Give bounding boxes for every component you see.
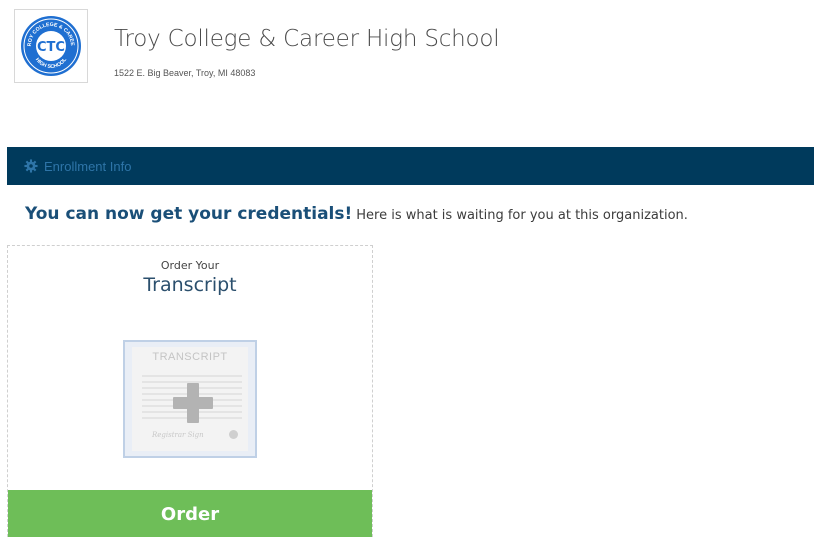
enrollment-info-label: Enrollment Info	[44, 158, 132, 174]
credentials-message: You can now get your credentials! Here is…	[25, 204, 688, 224]
order-button[interactable]: Order	[8, 490, 372, 537]
header: TROY COLLEGE & CAREER HIGH SCHOOL CTC Tr…	[14, 9, 500, 91]
credentials-headline: You can now get your credentials!	[25, 204, 353, 224]
transcript-graphic: TRANSCRIPT Registrar Sign	[123, 340, 257, 458]
transcript-paper: TRANSCRIPT Registrar Sign	[132, 347, 248, 451]
card-title: Transcript	[143, 274, 237, 296]
transcript-signature: Registrar Sign	[152, 431, 204, 439]
credentials-subtext: Here is what is waiting for you at this …	[356, 208, 688, 223]
page: TROY COLLEGE & CAREER HIGH SCHOOL CTC Tr…	[0, 0, 814, 537]
transcript-graphic-title: TRANSCRIPT	[152, 351, 228, 363]
school-address: 1522 E. Big Beaver, Troy, MI 48083	[114, 68, 256, 78]
school-seal-icon: TROY COLLEGE & CAREER HIGH SCHOOL CTC	[19, 14, 81, 76]
card-small-label: Order Your	[160, 259, 220, 272]
enrollment-info-bar[interactable]: Enrollment Info	[7, 147, 814, 185]
school-info: Troy College & Career High School 1522 E…	[114, 26, 500, 78]
school-name: Troy College & Career High School	[114, 26, 500, 52]
transcript-card: Order Your Transcript TRANSCRIPT Registr…	[7, 245, 373, 537]
transcript-seal	[229, 430, 238, 439]
plus-icon	[173, 383, 213, 423]
gear-icon	[24, 159, 38, 173]
logo-monogram: CTC	[37, 40, 65, 55]
school-logo: TROY COLLEGE & CAREER HIGH SCHOOL CTC	[14, 9, 88, 83]
